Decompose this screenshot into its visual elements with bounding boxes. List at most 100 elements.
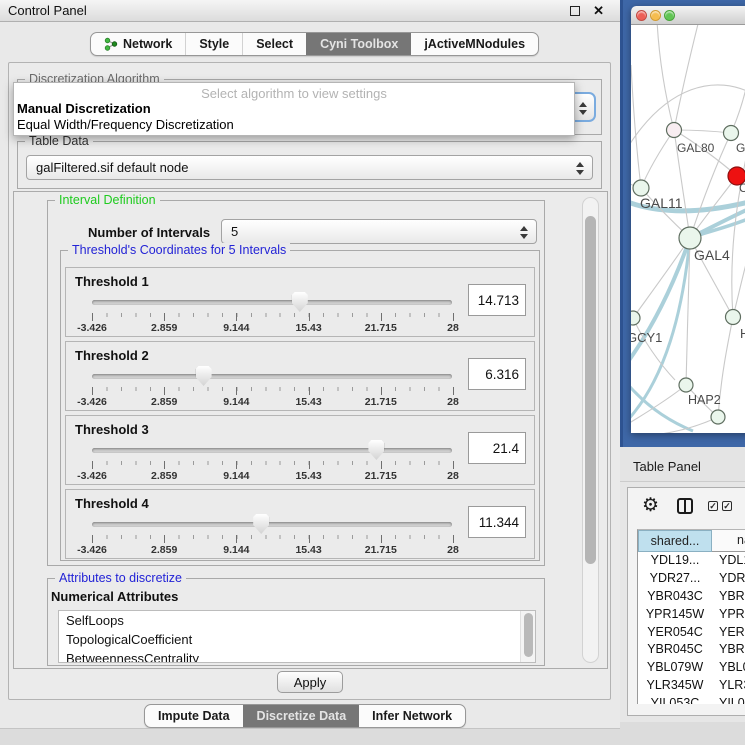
slider-thumb[interactable] [368, 440, 384, 460]
major-tick [236, 387, 237, 395]
node-label: GCY1 [631, 330, 662, 345]
table-row[interactable]: YBL079WYBL0 [638, 659, 745, 677]
major-tick [236, 313, 237, 321]
tab-jactivemnodules[interactable]: jActiveMNodules [411, 33, 538, 55]
node-gal80[interactable] [667, 123, 682, 138]
node[interactable] [726, 310, 741, 325]
slider-track[interactable] [92, 448, 452, 453]
network-window-titlebar[interactable] [631, 6, 745, 25]
gear-icon[interactable]: ⚙ [642, 493, 659, 519]
tick-label: 21.715 [365, 544, 397, 556]
tab-infer-network[interactable]: Infer Network [359, 705, 465, 727]
numerical-attributes-label: Numerical Attributes [51, 589, 178, 604]
slider-thumb[interactable] [253, 514, 269, 534]
major-tick [309, 535, 310, 543]
major-tick [381, 535, 382, 543]
attribute-item[interactable]: BetweennessCentrality [59, 649, 535, 663]
major-tick [309, 461, 310, 469]
node[interactable] [711, 410, 725, 424]
table-row[interactable]: YLR345WYLR3 [638, 677, 745, 695]
split-columns-icon[interactable] [677, 498, 693, 514]
tab-network[interactable]: Network [91, 33, 185, 55]
cyni-toolbox-panel: Discretization Algorithm Table Data galF… [8, 62, 611, 700]
apply-button[interactable]: Apply [277, 671, 343, 693]
column-header-shared-name[interactable]: shared... [638, 530, 712, 552]
attributes-list-scrollbar[interactable] [520, 611, 535, 662]
node-gal11[interactable] [633, 180, 649, 196]
threshold-value-field[interactable] [468, 358, 526, 390]
minimize-button[interactable] [650, 10, 661, 21]
node-label: GAL11 [640, 195, 683, 211]
tick-label: 2.859 [151, 322, 177, 334]
table-row[interactable]: YIL053CYIL0 [638, 695, 745, 704]
threshold-value-field[interactable] [468, 432, 526, 464]
shared-name-cell: YLR345W [638, 677, 712, 695]
tick-label: -3.426 [77, 544, 107, 556]
tick-label: 2.859 [151, 544, 177, 556]
group-title-attributes: Attributes to discretize [55, 571, 186, 585]
shared-name-cell: YIL053C [638, 695, 712, 704]
name-cell: YBR0 [712, 641, 745, 659]
node[interactable] [724, 126, 739, 141]
threshold-label: Threshold 2 [75, 348, 149, 363]
name-cell: YBL0 [712, 659, 745, 677]
algorithm-option-equal-width[interactable]: Equal Width/Frequency Discretization [14, 117, 574, 133]
major-tick [92, 535, 93, 543]
close-icon[interactable]: ✕ [593, 2, 604, 20]
settings-vertical-scrollbar[interactable] [582, 197, 599, 663]
tick-label: 15.43 [295, 396, 321, 408]
numerical-attributes-list[interactable]: SelfLoopsTopologicalCoefficientBetweenne… [58, 610, 536, 663]
major-tick [236, 461, 237, 469]
number-of-intervals-combobox[interactable]: 5 [221, 219, 537, 244]
zoom-button[interactable] [664, 10, 675, 21]
table-row[interactable]: YDR27...YDR2 [638, 570, 745, 588]
slider-track[interactable] [92, 374, 452, 379]
table-row[interactable]: YBR043CYBR0 [638, 588, 745, 606]
slider-thumb[interactable] [196, 366, 212, 386]
threshold-panel-1: Threshold 1-3.4262.8599.14415.4321.71528 [65, 267, 535, 337]
major-tick [381, 387, 382, 395]
algorithm-hint-option[interactable]: Select algorithm to view settings [14, 86, 574, 101]
tab-cyni-toolbox[interactable]: Cyni Toolbox [306, 33, 411, 55]
threshold-value-field[interactable] [468, 506, 526, 538]
network-canvas[interactable]: GAL80 GAL11 GAL4 GCY1 HAP2 G C H [631, 25, 745, 433]
tick-label: 9.144 [223, 322, 249, 334]
attribute-item[interactable]: TopologicalCoefficient [59, 630, 535, 649]
shared-name-cell: YBL079W [638, 659, 712, 677]
major-tick [453, 535, 454, 543]
scrollbar-thumb[interactable] [524, 613, 533, 657]
threshold-list: Threshold 1-3.4262.8599.14415.4321.71528… [65, 267, 535, 563]
major-tick [381, 461, 382, 469]
checkbox-icon[interactable]: ✓ [708, 501, 718, 511]
attribute-item[interactable]: SelfLoops [59, 611, 535, 630]
network-view-window[interactable]: GAL80 GAL11 GAL4 GCY1 HAP2 G C H [631, 6, 745, 433]
table-row[interactable]: YDL19...YDL1 [638, 552, 745, 570]
float-window-icon[interactable] [570, 6, 580, 16]
table-row[interactable]: YPR145WYPR1 [638, 606, 745, 624]
table-panel-body: ⚙ ✓ ✓ shared... na YDL19...YDL1YDR27...Y… [620, 482, 745, 722]
node-label: HAP2 [688, 393, 721, 407]
table-row[interactable]: YBR045CYBR0 [638, 641, 745, 659]
slider-track[interactable] [92, 300, 452, 305]
checkbox-icon[interactable]: ✓ [722, 501, 732, 511]
algorithm-option-manual[interactable]: Manual Discretization [14, 101, 574, 117]
tick-label: -3.426 [77, 396, 107, 408]
tab-style[interactable]: Style [185, 33, 242, 55]
tab-select[interactable]: Select [242, 33, 306, 55]
table-data-combobox[interactable]: galFiltered.sif default node [26, 155, 593, 180]
table-panel-titlebar: Table Panel [620, 447, 745, 482]
tab-impute-data[interactable]: Impute Data [145, 705, 243, 727]
slider-track[interactable] [92, 522, 452, 527]
attributes-to-discretize-group: Attributes to discretize Numerical Attri… [47, 578, 545, 666]
node-hap2[interactable] [679, 378, 693, 392]
table-row[interactable]: YER054CYER0 [638, 624, 745, 642]
threshold-value-field[interactable] [468, 284, 526, 316]
close-button[interactable] [636, 10, 647, 21]
tick-label: -3.426 [77, 322, 107, 334]
scrollbar-thumb[interactable] [585, 216, 596, 564]
column-header-name[interactable]: na [712, 530, 745, 552]
tab-discretize-data[interactable]: Discretize Data [243, 705, 360, 727]
node-gcy1[interactable] [631, 311, 640, 325]
slider-thumb[interactable] [292, 292, 308, 312]
node-gal4[interactable] [679, 227, 701, 249]
